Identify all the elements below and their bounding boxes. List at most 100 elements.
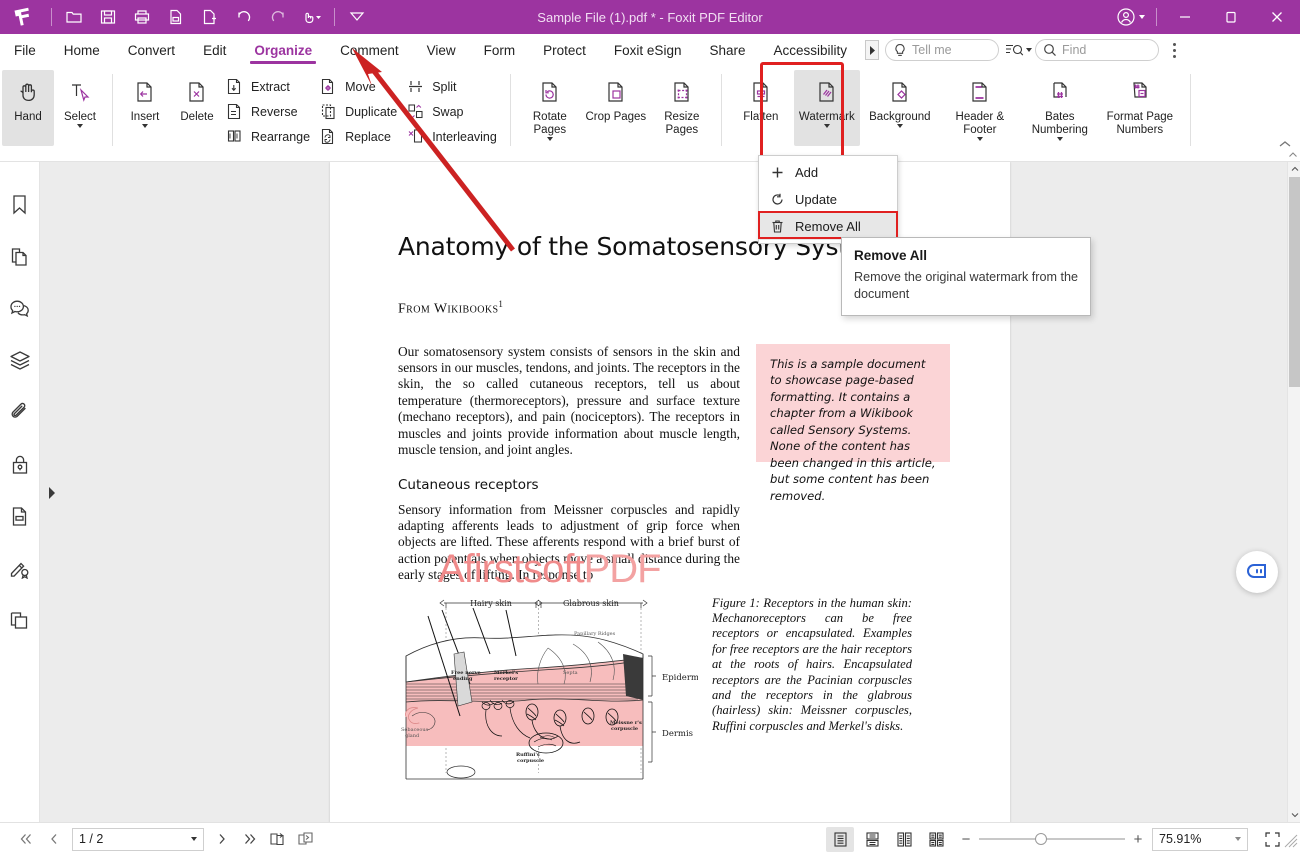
single-page-view-button[interactable] bbox=[826, 826, 854, 852]
swap-button[interactable]: Swap bbox=[404, 99, 504, 124]
customize-toolbar-icon[interactable] bbox=[340, 2, 374, 32]
advanced-search-button[interactable] bbox=[1005, 42, 1033, 58]
sidebar-item-fields[interactable] bbox=[6, 502, 34, 530]
tell-me-input[interactable]: Tell me bbox=[885, 39, 1000, 61]
menu-item-remove-all[interactable]: Remove All bbox=[759, 213, 897, 240]
save-icon[interactable] bbox=[91, 2, 125, 32]
split-button[interactable]: Split bbox=[404, 74, 504, 99]
scrollbar-thumb[interactable] bbox=[1289, 177, 1300, 387]
sidebar-item-bookmarks[interactable] bbox=[6, 190, 34, 218]
ai-assistant-button[interactable] bbox=[1236, 551, 1278, 593]
vertical-scrollbar[interactable] bbox=[1287, 162, 1300, 822]
email-icon[interactable] bbox=[159, 2, 193, 32]
hand-tool-button[interactable]: Hand bbox=[2, 70, 54, 146]
sidebar-item-stamps[interactable] bbox=[6, 606, 34, 634]
move-button[interactable]: Move bbox=[317, 74, 404, 99]
tab-edit[interactable]: Edit bbox=[189, 34, 240, 66]
chevron-down-icon[interactable] bbox=[896, 124, 903, 128]
insert-pages-button[interactable]: Insert bbox=[119, 70, 171, 146]
open-icon[interactable] bbox=[57, 2, 91, 32]
tab-organize[interactable]: Organize bbox=[240, 34, 326, 66]
continuous-view-button[interactable] bbox=[858, 827, 886, 852]
sidebar-item-attachments[interactable] bbox=[6, 398, 34, 426]
tab-file[interactable]: File bbox=[0, 34, 50, 66]
close-button[interactable] bbox=[1254, 0, 1300, 34]
zoom-slider-handle[interactable] bbox=[1035, 833, 1047, 845]
select-tool-button[interactable]: Select bbox=[54, 70, 106, 146]
chevron-down-icon[interactable] bbox=[1235, 837, 1241, 841]
expand-sidebar-button[interactable] bbox=[46, 485, 58, 501]
rearrange-button[interactable]: Rearrange bbox=[223, 124, 317, 149]
tab-convert[interactable]: Convert bbox=[114, 34, 189, 66]
print-icon[interactable] bbox=[125, 2, 159, 32]
tab-share[interactable]: Share bbox=[695, 34, 759, 66]
panel-scroll-up-button[interactable] bbox=[1288, 146, 1298, 164]
sidebar-item-layers[interactable] bbox=[6, 346, 34, 374]
tab-foxit-esign[interactable]: Foxit eSign bbox=[600, 34, 696, 66]
resize-grip[interactable] bbox=[1284, 834, 1298, 853]
chevron-down-icon[interactable] bbox=[77, 124, 83, 128]
resize-pages-button[interactable]: Resize Pages bbox=[649, 70, 715, 146]
maximize-button[interactable] bbox=[1208, 0, 1254, 34]
delete-pages-button[interactable]: Delete bbox=[171, 70, 223, 146]
zoom-in-button[interactable]: + bbox=[1132, 831, 1144, 848]
chevron-down-icon[interactable] bbox=[976, 137, 983, 141]
document-viewport[interactable]: Anatomy of the Somatosensory System From… bbox=[40, 162, 1300, 822]
zoom-out-button[interactable]: − bbox=[960, 831, 972, 848]
touch-mode-icon[interactable] bbox=[295, 2, 329, 32]
duplicate-button[interactable]: Duplicate bbox=[317, 99, 404, 124]
tab-comment[interactable]: Comment bbox=[326, 34, 413, 66]
rotate-pages-button[interactable]: Rotate Pages bbox=[517, 70, 583, 146]
page-number-input[interactable]: 1 / 2 bbox=[72, 827, 204, 851]
next-page-button[interactable] bbox=[208, 826, 236, 852]
undo-icon[interactable] bbox=[227, 2, 261, 32]
tab-accessibility[interactable]: Accessibility bbox=[760, 34, 862, 66]
watermark-dropdown-menu[interactable]: Add Update Remove All bbox=[758, 155, 898, 244]
sidebar-item-security[interactable] bbox=[6, 450, 34, 478]
chevron-down-icon[interactable] bbox=[546, 137, 553, 141]
find-input[interactable]: Find bbox=[1035, 39, 1160, 61]
menu-item-add[interactable]: Add bbox=[759, 159, 897, 186]
interleaving-button[interactable]: Interleaving bbox=[404, 124, 504, 149]
menu-item-update[interactable]: Update bbox=[759, 186, 897, 213]
background-button[interactable]: Background bbox=[860, 70, 940, 146]
fit-page-button[interactable] bbox=[1258, 826, 1286, 852]
compare-button[interactable] bbox=[264, 826, 292, 852]
tab-home[interactable]: Home bbox=[50, 34, 114, 66]
format-page-numbers-button[interactable]: Format Page Numbers bbox=[1100, 70, 1180, 146]
facing-view-button[interactable] bbox=[890, 827, 918, 852]
flatten-button[interactable]: Flatten bbox=[728, 70, 794, 146]
zoom-slider[interactable] bbox=[979, 833, 1125, 845]
sidebar-item-comments[interactable] bbox=[6, 294, 34, 322]
sidebar-item-signatures[interactable] bbox=[6, 554, 34, 582]
split-view-button[interactable] bbox=[292, 826, 320, 852]
crop-pages-button[interactable]: Crop Pages bbox=[583, 70, 649, 146]
first-page-button[interactable] bbox=[12, 826, 40, 852]
redo-icon[interactable] bbox=[261, 2, 295, 32]
account-icon[interactable] bbox=[1110, 7, 1151, 27]
scroll-down-button[interactable] bbox=[1288, 808, 1300, 822]
tab-form[interactable]: Form bbox=[470, 34, 530, 66]
chevron-down-icon[interactable] bbox=[823, 124, 830, 128]
tabs-overflow-button[interactable] bbox=[865, 40, 880, 60]
previous-page-button[interactable] bbox=[40, 826, 68, 852]
last-page-button[interactable] bbox=[236, 826, 264, 852]
watermark-button[interactable]: Watermark bbox=[793, 70, 860, 146]
chevron-down-icon[interactable] bbox=[142, 124, 148, 128]
tab-view[interactable]: View bbox=[413, 34, 470, 66]
chevron-down-icon[interactable] bbox=[1056, 137, 1063, 141]
reverse-button[interactable]: Reverse bbox=[223, 99, 317, 124]
zoom-level-input[interactable]: 75.91% bbox=[1152, 827, 1248, 851]
bates-numbering-button[interactable]: Bates Numbering bbox=[1020, 70, 1100, 146]
facing-continuous-view-button[interactable] bbox=[922, 827, 950, 852]
replace-button[interactable]: Replace bbox=[317, 124, 404, 149]
tab-protect[interactable]: Protect bbox=[529, 34, 600, 66]
chevron-down-icon[interactable] bbox=[191, 837, 197, 841]
sidebar-item-page-thumbnails[interactable] bbox=[6, 242, 34, 270]
scroll-up-button[interactable] bbox=[1288, 162, 1300, 176]
create-pdf-icon[interactable] bbox=[193, 2, 227, 32]
minimize-button[interactable] bbox=[1162, 0, 1208, 34]
more-options-icon[interactable] bbox=[1163, 37, 1185, 63]
extract-button[interactable]: Extract bbox=[223, 74, 317, 99]
header-footer-button[interactable]: Header & Footer bbox=[940, 70, 1020, 146]
